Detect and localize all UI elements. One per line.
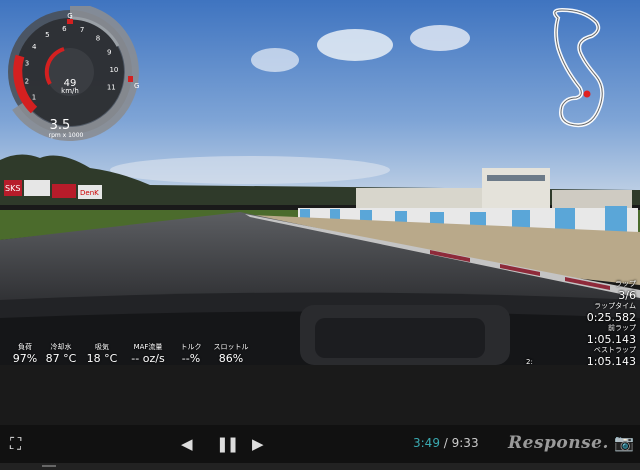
pause-icon[interactable]: ❚❚ [216,435,239,453]
progress-mark [42,465,56,467]
video-frame[interactable]: SKS DenK 1 2 3 4 5 6 7 8 9 10 11 km/h 49… [0,0,640,365]
gauge-tick-label: 11 [107,84,116,92]
gauge-tick-label: 7 [80,26,84,34]
stat-label: 吸気 [95,343,109,351]
gauge-tick-label: 9 [107,49,111,57]
stat-value: 18 °C [86,352,118,365]
gauge-tick-label: 3 [25,59,29,67]
current-time: 3:49 [413,436,440,450]
speed-value: 49 [64,78,77,89]
gauge-tick-label: 8 [96,35,100,43]
gauge-tick-label: 5 [45,31,49,39]
tachometer-gauge: 123456 7891011 km/h 49 3.5 rpm x 1000 G G [8,6,139,141]
time-separator: / [439,436,452,450]
gauge-tick-label: 2 [25,77,29,85]
lap-time-label: ラップタイム [594,302,636,310]
best-lap-time: 1:05.143 [586,355,636,365]
car-position-marker [583,90,591,98]
lap-info-panel: ラップ 3/6 ラップタイム 0:25.582 前ラップ 1:05.143 ベス… [526,280,636,365]
total-time: 9:33 [451,436,479,450]
lap-label: ラップ [615,280,636,288]
bottom-strip [0,463,640,470]
stat-label: スロットル [213,343,249,351]
stat-intake: 吸気 18 °C [77,343,127,365]
stat-value: 86% [218,352,244,365]
best-lap-label: ベストラップ [593,346,636,354]
rpm-unit: rpm x 1000 [49,132,84,139]
billboard-text-denk: DenK [80,189,99,197]
track-map [552,7,605,128]
prev-lap-label: 前ラップ [608,324,636,332]
gauge-tick-label: 1 [32,94,36,102]
gauge-tick-label: 4 [32,43,37,51]
best-lap-number: 2: [526,358,533,365]
player-controls: ⛶ ◀ ❚❚ ▶ 3:49 / 9:33 Response. 📷 [0,425,640,463]
gauge-tick-label: 10 [109,66,118,74]
billboard-text-sks: SKS [5,184,20,193]
playback-time: 3:49 / 9:33 [413,436,479,450]
g-force-right-label: G [134,82,139,90]
prev-lap-time: 1:05.143 [586,333,636,346]
response-logo: Response. [508,433,609,453]
fullscreen-icon[interactable]: ⛶ [10,434,21,454]
previous-icon[interactable]: ◀ [181,435,193,453]
g-force-top-label: G [67,12,72,20]
rpm-value: 3.5 [50,118,71,133]
lap-time: 0:25.582 [586,311,636,324]
camera-icon[interactable]: 📷 [614,433,634,452]
stat-throttle: スロットル 86% [206,343,256,365]
next-icon[interactable]: ▶ [252,435,264,453]
lap-count: 3/6 [618,289,636,302]
gauge-tick-label: 6 [62,25,67,33]
